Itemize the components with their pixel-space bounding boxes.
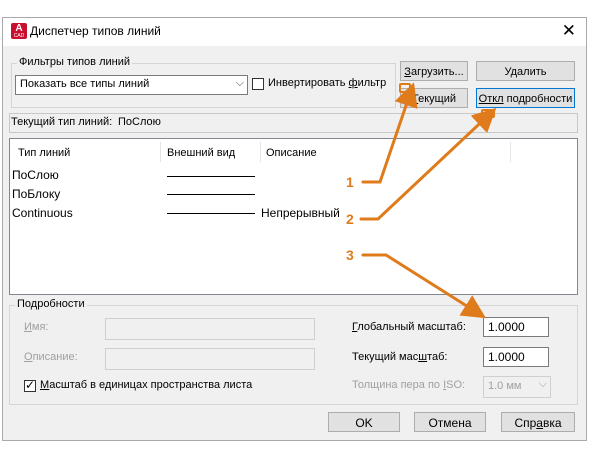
title-bar: A CAD Диспетчер типов линий ✕	[3, 18, 586, 46]
linetype-name: Continuous	[12, 206, 73, 220]
chevron-down-icon: ⌵	[538, 378, 547, 390]
details-toggle-button[interactable]: Откл подробности	[476, 88, 575, 108]
linetype-description: Непрерывный	[261, 206, 340, 220]
global-scale-input[interactable]: 1.0000	[483, 317, 549, 337]
current-button[interactable]: Текущий	[400, 88, 468, 108]
marker-1: 1	[346, 174, 354, 190]
chevron-down-icon: ⌵	[235, 77, 244, 89]
load-button[interactable]: Загрузить...	[400, 61, 468, 81]
linetype-list[interactable]: Тип линий Внешний вид Описание ПоСлою По…	[9, 138, 578, 295]
description-label: Описание:	[24, 351, 78, 363]
close-icon[interactable]: ✕	[562, 21, 576, 41]
linetype-appearance	[167, 176, 255, 177]
linetype-name: ПоБлоку	[12, 187, 61, 201]
window-title: Диспетчер типов линий	[30, 24, 161, 38]
linetype-appearance	[167, 213, 255, 214]
linetype-name: ПоСлою	[12, 168, 59, 182]
details-group-label: Подробности	[15, 298, 87, 310]
name-field	[105, 318, 315, 340]
marker-2: 2	[346, 211, 354, 227]
checkmark-icon: ✓	[25, 378, 36, 392]
filter-select[interactable]: Показать все типы линий ⌵	[15, 75, 248, 95]
column-separator	[260, 142, 261, 162]
linetype-appearance	[167, 194, 255, 195]
filter-select-value: Показать все типы линий	[20, 78, 150, 90]
column-separator	[160, 142, 161, 162]
invert-filter-checkbox[interactable]	[252, 78, 264, 90]
delete-button[interactable]: Удалить	[476, 61, 575, 81]
cancel-button[interactable]: Отмена	[414, 412, 486, 432]
filters-group-label: Фильтры типов линий	[17, 56, 132, 68]
pen-width-select: 1.0 мм ⌵	[483, 376, 551, 398]
pen-width-label: Толщина пера по ISO:	[352, 379, 466, 391]
current-linetype-value: ПоСлою	[118, 116, 161, 128]
description-field	[105, 348, 315, 370]
current-scale-label: Текущий масштаб:	[352, 351, 448, 363]
marker-3: 3	[346, 247, 354, 263]
column-header-linetype[interactable]: Тип линий	[18, 147, 70, 159]
autocad-app-icon: A CAD	[11, 23, 27, 39]
column-header-appearance[interactable]: Внешний вид	[167, 147, 235, 159]
invert-filter-label: Инвертировать фильтр	[268, 77, 387, 89]
global-scale-label: Глобальный масштаб:	[352, 321, 466, 333]
current-linetype-label: Текущий тип линий:	[11, 116, 113, 128]
ok-button[interactable]: OK	[328, 412, 400, 432]
name-label: Имя:	[24, 321, 49, 333]
column-separator	[510, 142, 511, 162]
column-header-description[interactable]: Описание	[266, 147, 317, 159]
help-button[interactable]: Справка	[501, 412, 575, 432]
paper-space-scale-label: Масштаб в единицах пространства листа	[40, 379, 253, 391]
current-scale-input[interactable]: 1.0000	[483, 347, 549, 367]
pen-width-value: 1.0 мм	[488, 380, 522, 392]
paper-space-scale-checkbox[interactable]: ✓	[24, 378, 36, 392]
